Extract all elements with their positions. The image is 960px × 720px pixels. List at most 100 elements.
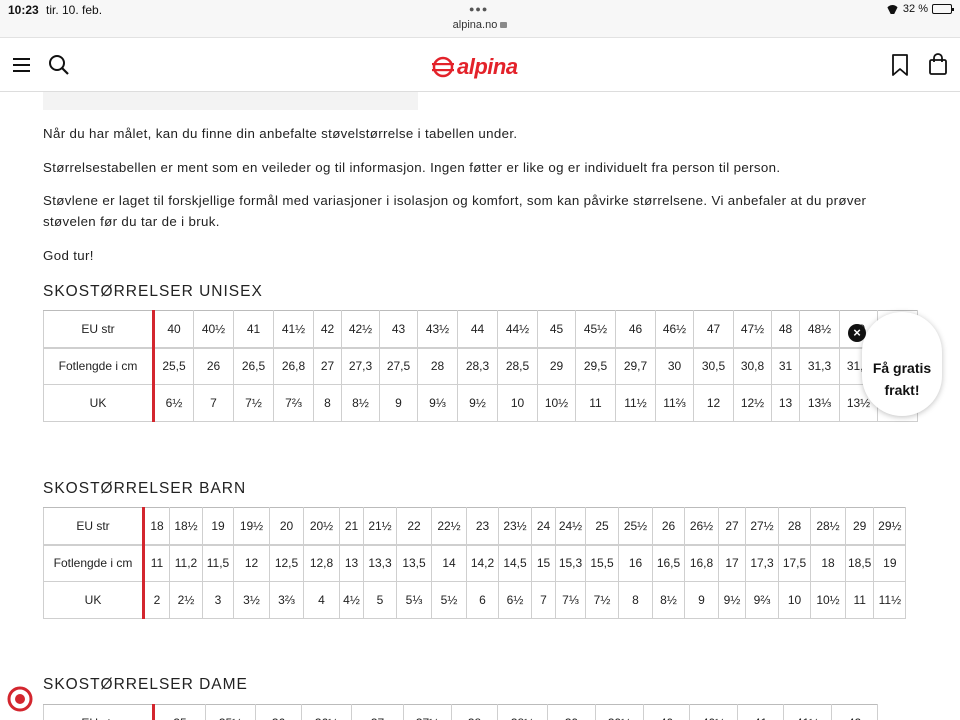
size-cell: 42½ [341,310,380,348]
size-cell: 18 [810,543,846,582]
row-label: EU str [43,704,155,720]
size-cell: 19 [873,543,907,582]
size-cell: 26,5 [233,346,274,385]
row-label: EU str [43,310,155,348]
size-cell: 10 [778,581,811,619]
size-cell: 29,5 [575,346,616,385]
size-cell: 12½ [733,384,772,422]
size-cell: 11 [844,581,875,619]
size-cell: 11 [143,543,170,582]
size-cell: 17,3 [745,543,779,582]
size-cell: 8 [618,581,653,619]
alpina-logo-mark-icon [432,56,454,78]
size-cell: 14,5 [498,543,532,582]
size-cell: 7⅓ [555,581,586,619]
children-table-scroll[interactable]: EU str 18 18½ 19 19½ 20 20½ 21 21½ 22 22½ 23 23½ 24 24… [0,507,918,621]
row-label: EU str [43,507,145,545]
size-cell: 20½ [303,507,340,545]
wifi-icon [886,5,899,14]
alpina-logo[interactable]: alpina [432,54,518,80]
size-cell: 26½ [684,507,719,545]
size-cell: 5⅓ [396,581,432,619]
size-cell: 35 [153,704,206,720]
size-cell: 4 [303,581,340,619]
size-cell: 19 [202,507,234,545]
row-label: Fotlengde i cm [43,543,145,582]
table-row: EU str 18 18½ 19 19½ 20 20½ 21 21½ 22 22½ 23 23½ 24 24… [43,507,907,545]
size-cell: 10½ [537,384,576,422]
size-cell: 39½ [595,704,644,720]
ios-status-bar: 10:23 tir. 10. feb. ●●● alpina.no 32 % [0,0,960,38]
size-cell: 9 [684,581,719,619]
size-cell: 11½ [615,384,656,422]
shopping-bag-icon[interactable] [925,52,951,78]
size-cell: 22 [396,507,432,545]
size-cell: 45 [537,310,576,348]
unisex-table-scroll[interactable]: EU str 40 40½ 41 41½ 42 42½ 43 43½ 44 44½ 45 45½ 46 46… [0,310,918,424]
size-cell: 26 [193,346,234,385]
size-cell: 29½ [873,507,907,545]
size-cell: 10½ [810,581,846,619]
size-cell: 25,5 [153,346,194,385]
size-cell: 25½ [618,507,653,545]
intro-paragraph-3: Støvlene er laget til forskjellige formå… [43,193,867,229]
size-cell: 36½ [301,704,352,720]
bookmark-icon[interactable] [887,52,913,78]
children-size-title: SKOSTØRRELSER BARN [43,480,247,497]
intro-paragraph-2: Størrelsestabellen er ment som en veiled… [43,160,781,175]
size-cell: 47 [693,310,734,348]
size-cell: 4½ [339,581,364,619]
size-cell: 26 [652,507,685,545]
menu-icon[interactable] [10,52,36,78]
size-cell: 12 [233,543,270,582]
size-cell: 24 [531,507,556,545]
search-icon[interactable] [46,52,72,78]
size-cell: 40 [643,704,690,720]
size-cell: 12,8 [303,543,340,582]
size-cell: 12 [693,384,734,422]
size-cell: 24½ [555,507,586,545]
status-date: tir. 10. feb. [46,3,103,17]
size-cell: 46½ [655,310,694,348]
size-cell: 20 [269,507,304,545]
size-cell: 13,3 [363,543,397,582]
chat-support-icon[interactable] [7,686,33,712]
logo-text: alpina [457,54,518,79]
size-cell: 11⅔ [655,384,694,422]
size-cell: 18½ [169,507,203,545]
table-row: UK 2 2½ 3 3½ 3⅔ 4 4½ 5 5⅓ 5½ 6 6½ 7 7⅓ 7½ 8 8½ 9 9½ 9⅔ 10 10½ 1… [43,581,907,619]
size-cell: 3 [202,581,234,619]
size-cell: 8 [313,384,342,422]
size-cell: 44½ [497,310,538,348]
size-cell: 27 [313,346,342,385]
size-cell: 39 [547,704,596,720]
close-icon[interactable]: × [848,324,866,342]
size-cell: 25 [585,507,619,545]
status-time: 10:23 [8,3,39,17]
size-cell: 13,5 [396,543,432,582]
size-cell: 29 [844,507,875,545]
size-cell: 18 [143,507,170,545]
size-cell: 44 [457,310,498,348]
women-table-scroll[interactable]: EU str3535½3636½3737½3838½3939½4040½4141… [0,704,918,720]
size-cell: 7½ [233,384,274,422]
size-cell: 37½ [403,704,452,720]
table-row: Fotlengde i cm 25,5 26 26,5 26,8 27 27,3 27,5 28… [43,346,918,385]
battery-icon [932,4,954,14]
size-cell: 48 [771,310,800,348]
size-cell: 43 [379,310,418,348]
size-cell: 42 [831,704,878,720]
size-cell: 30,8 [733,346,772,385]
measuring-image-bottom [43,92,418,110]
size-cell: 7⅔ [273,384,314,422]
children-size-table: EU str 18 18½ 19 19½ 20 20½ 21 21½ 22 22½ 23 23½ 24 24… [43,507,907,619]
table-row: UK 6½ 7 7½ 7⅔ 8 8½ 9 9⅓ 9½ 10 10½ 11 11½ 11⅔ 12 12½ 13 13⅓… [43,384,918,422]
multitasking-dots-icon[interactable]: ●●● [469,4,488,14]
size-cell: 22½ [431,507,467,545]
size-cell: 13⅓ [799,384,840,422]
address-bar[interactable]: alpina.no [0,19,960,31]
free-shipping-popup[interactable]: Få gratis frakt! [862,312,942,416]
promo-line-1: Få gratis [872,360,932,376]
site-header: alpina [0,38,960,92]
size-cell: 36 [255,704,302,720]
